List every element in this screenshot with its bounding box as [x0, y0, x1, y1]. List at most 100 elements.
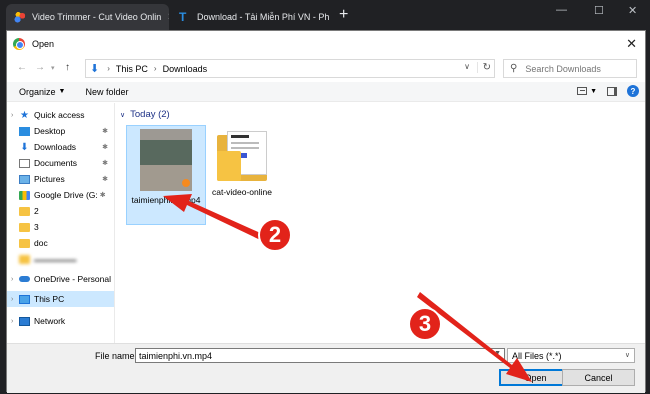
sidebar-item-label: Google Drive (G:: [34, 190, 98, 200]
recent-locations-chevron-icon[interactable]: ▾: [51, 64, 55, 72]
pin-icon: ✱: [102, 144, 108, 151]
open-button-label: Open: [524, 372, 547, 383]
search-input[interactable]: [525, 63, 626, 74]
sidebar-item-label: 2: [34, 206, 39, 216]
organize-label: Organize: [19, 86, 56, 97]
sidebar-item-folder-2[interactable]: 2: [7, 203, 114, 219]
sidebar-item-label: Quick access: [34, 110, 85, 120]
toolbar-right-group: ▼ ?: [577, 85, 639, 97]
pictures-icon: [19, 174, 30, 184]
folder-icon: [19, 238, 30, 248]
file-item-video[interactable]: taimienphi.vn.mp4: [126, 125, 206, 225]
tab-download[interactable]: T Download - Tải Miễn Phí VN - Ph ✕: [171, 4, 334, 30]
sidebar-item-blurred[interactable]: ▬▬▬▬▬: [7, 251, 114, 267]
sidebar-item-network[interactable]: › Network: [7, 313, 114, 329]
change-view-button[interactable]: ▼: [577, 87, 597, 95]
pin-icon: ✱: [99, 192, 106, 199]
minimize-icon[interactable]: —: [556, 4, 567, 16]
sidebar-item-folder-doc[interactable]: doc: [7, 235, 114, 251]
expand-chevron-icon[interactable]: ›: [11, 112, 19, 119]
video-trimmer-favicon-icon: [14, 11, 26, 23]
sidebar-item-google-drive[interactable]: Google Drive (G: ✱: [7, 187, 114, 203]
cancel-button[interactable]: Cancel: [562, 369, 635, 386]
sidebar-item-folder-3[interactable]: 3: [7, 219, 114, 235]
play-badge-icon: [182, 179, 190, 187]
folder-icon: [19, 254, 30, 264]
sidebar-item-documents[interactable]: Documents ✱: [7, 155, 114, 171]
tab-title: Video Trimmer - Cut Video Onlin: [32, 12, 162, 22]
this-pc-icon: [19, 294, 30, 304]
organize-button[interactable]: Organize ▼: [19, 87, 65, 97]
sidebar-item-pictures[interactable]: Pictures ✱: [7, 171, 114, 187]
network-icon: [19, 316, 30, 326]
help-icon[interactable]: ?: [627, 85, 639, 97]
up-arrow-icon[interactable]: ↑: [65, 62, 70, 73]
forward-arrow-icon[interactable]: →: [35, 62, 45, 73]
expand-chevron-icon[interactable]: ›: [11, 276, 19, 283]
view-options-icon: [577, 87, 588, 95]
address-dropdown-chevron-icon[interactable]: ∨: [464, 62, 470, 71]
sidebar-item-label: Desktop: [34, 126, 66, 136]
file-name-label: taimienphi.vn.mp4: [131, 195, 201, 205]
tab-title: Download - Tải Miễn Phí VN - Ph: [197, 12, 330, 22]
star-icon: ★: [20, 109, 29, 121]
download-icon: ⬇: [20, 141, 29, 153]
sidebar-item-desktop[interactable]: Desktop ✱: [7, 123, 114, 139]
expand-chevron-icon[interactable]: ›: [11, 318, 19, 325]
google-drive-icon: [19, 190, 30, 200]
group-header-label: Today (2): [130, 109, 170, 120]
chevron-down-icon[interactable]: ▼: [494, 350, 501, 357]
breadcrumb-this-pc[interactable]: This PC: [116, 64, 148, 74]
step-3-badge: 3: [408, 307, 442, 341]
refresh-icon[interactable]: ↻: [476, 62, 491, 73]
maximize-icon[interactable]: ☐: [594, 4, 604, 17]
address-bar[interactable]: ⬇ › This PC › Downloads ∨ ↻: [85, 59, 495, 78]
sidebar-item-this-pc[interactable]: › This PC: [7, 291, 114, 307]
preview-pane-icon[interactable]: [607, 86, 617, 96]
collapse-chevron-icon[interactable]: ∨: [120, 111, 125, 119]
download-site-favicon-icon: T: [179, 10, 187, 24]
folder-icon: [19, 206, 30, 216]
sidebar-item-downloads[interactable]: ⬇ Downloads ✱: [7, 139, 114, 155]
breadcrumb-separator-icon: ›: [153, 64, 157, 73]
dialog-footer: File name: taimienphi.vn.mp4 ▼ All Files…: [7, 343, 645, 393]
new-folder-button[interactable]: New folder: [85, 87, 128, 97]
file-type-value: All Files (*.*): [512, 350, 562, 361]
documents-icon: [19, 158, 30, 168]
dialog-toolbar: Organize ▼ New folder ▼ ?: [7, 82, 645, 102]
browser-tab-strip: Video Trimmer - Cut Video Onlin ✕ T Down…: [0, 0, 650, 30]
back-arrow-icon[interactable]: ←: [17, 62, 27, 73]
breadcrumb-downloads[interactable]: Downloads: [163, 64, 208, 74]
open-file-dialog: Open ✕ ← → ▾ ↑ ⬇ › This PC › Downloads ∨…: [6, 30, 646, 393]
onedrive-icon: [19, 276, 30, 282]
sidebar-item-label: Pictures: [34, 174, 65, 184]
file-item-folder[interactable]: cat-video-online: [202, 125, 282, 225]
chevron-down-icon: ▼: [58, 88, 66, 95]
tab-close-icon[interactable]: ✕: [329, 12, 334, 23]
step-2-badge: 2: [258, 218, 292, 252]
tab-video-trimmer[interactable]: Video Trimmer - Cut Video Onlin ✕: [6, 4, 169, 30]
close-window-icon[interactable]: ✕: [628, 4, 637, 17]
file-name-field-label: File name:: [95, 351, 138, 361]
sidebar-item-quick-access[interactable]: › ★ Quick access: [7, 107, 114, 123]
file-type-select[interactable]: All Files (*.*) ∨: [507, 348, 635, 363]
group-header-today[interactable]: ∨ Today (2): [120, 109, 170, 120]
search-box[interactable]: ⚲: [503, 59, 637, 78]
expand-chevron-icon[interactable]: ›: [11, 296, 19, 303]
dialog-close-icon[interactable]: ✕: [626, 36, 637, 52]
new-tab-button[interactable]: +: [339, 7, 348, 23]
file-name-input[interactable]: taimienphi.vn.mp4 ▼: [135, 348, 505, 363]
blurred-label: ▬▬▬▬▬: [34, 254, 77, 264]
sidebar-item-label: OneDrive - Personal: [34, 274, 112, 284]
folder-icon: [19, 222, 30, 232]
sidebar-item-label: This PC: [34, 294, 65, 304]
pin-icon: ✱: [102, 160, 108, 167]
tab-close-icon[interactable]: ✕: [161, 12, 169, 23]
pin-icon: ✱: [102, 176, 108, 183]
cancel-button-label: Cancel: [584, 372, 613, 383]
search-icon: ⚲: [510, 63, 518, 74]
folder-thumbnail-icon: [213, 131, 271, 183]
dialog-title: Open: [32, 39, 55, 49]
sidebar-item-onedrive[interactable]: › OneDrive - Personal: [7, 271, 114, 287]
new-folder-label: New folder: [85, 86, 129, 97]
